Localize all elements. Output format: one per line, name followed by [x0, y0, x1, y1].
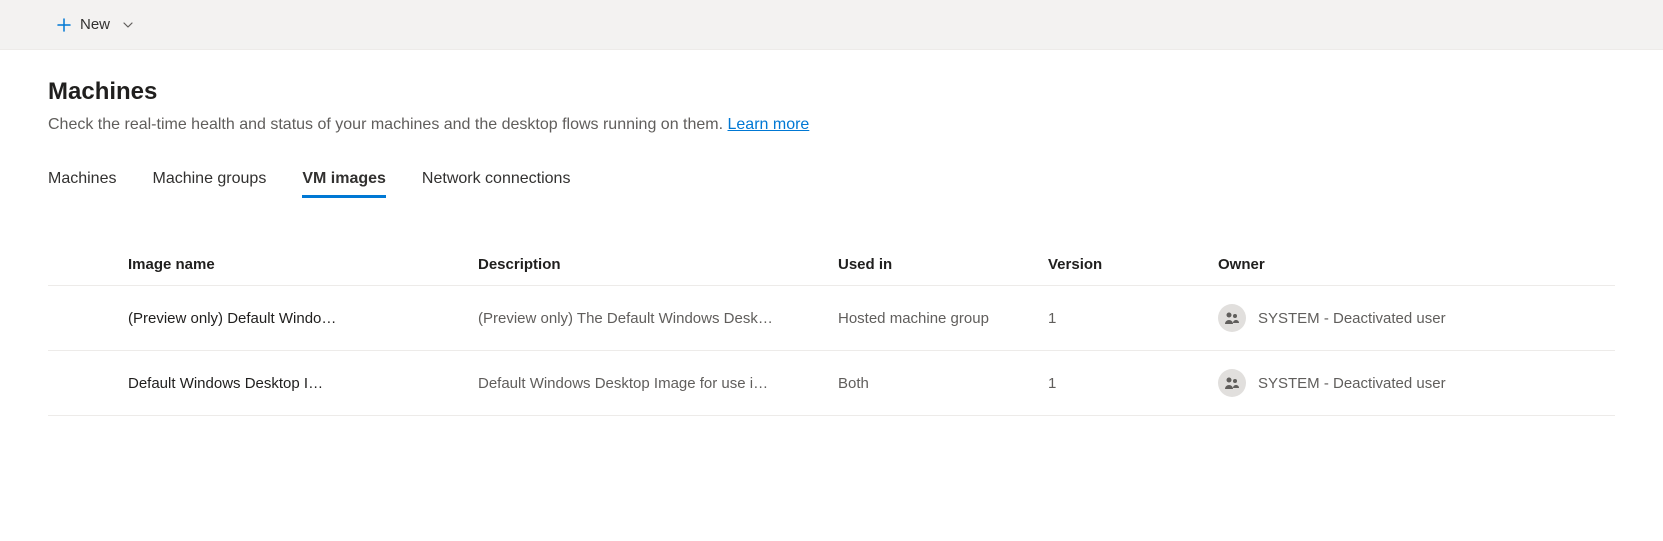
col-header-version[interactable]: Version	[1048, 256, 1218, 273]
col-header-owner[interactable]: Owner	[1218, 256, 1615, 273]
row-owner: SYSTEM - Deactivated user	[1218, 369, 1615, 397]
row-usedin: Hosted machine group	[838, 310, 1048, 327]
chevron-down-icon	[122, 19, 134, 31]
tab-vm-images[interactable]: VM images	[302, 162, 386, 196]
row-name[interactable]: Default Windows Desktop I…	[128, 375, 478, 392]
table-row[interactable]: (Preview only) Default Windo… (Preview o…	[48, 286, 1615, 351]
row-version: 1	[1048, 310, 1218, 327]
row-usedin: Both	[838, 375, 1048, 392]
tabs: Machines Machine groups VM images Networ…	[48, 162, 1615, 196]
row-owner-text: SYSTEM - Deactivated user	[1258, 310, 1446, 327]
row-owner: SYSTEM - Deactivated user	[1218, 304, 1615, 332]
new-button[interactable]: New	[48, 12, 142, 37]
col-header-usedin[interactable]: Used in	[838, 256, 1048, 273]
row-description: Default Windows Desktop Image for use i…	[478, 375, 838, 392]
table: Image name Description Used in Version O…	[48, 244, 1615, 416]
page-title: Machines	[48, 78, 1615, 106]
row-name[interactable]: (Preview only) Default Windo…	[128, 310, 478, 327]
user-icon	[1218, 304, 1246, 332]
tab-machines[interactable]: Machines	[48, 162, 116, 196]
toolbar: New	[0, 0, 1663, 50]
row-description: (Preview only) The Default Windows Desk…	[478, 310, 838, 327]
page-description-text: Check the real-time health and status of…	[48, 116, 728, 133]
page-description: Check the real-time health and status of…	[48, 116, 1615, 134]
content: Machines Check the real-time health and …	[0, 50, 1663, 444]
tab-machine-groups[interactable]: Machine groups	[152, 162, 266, 196]
table-header: Image name Description Used in Version O…	[48, 244, 1615, 286]
tab-network-connections[interactable]: Network connections	[422, 162, 571, 196]
row-version: 1	[1048, 375, 1218, 392]
plus-icon	[56, 17, 72, 33]
user-icon	[1218, 369, 1246, 397]
row-owner-text: SYSTEM - Deactivated user	[1258, 375, 1446, 392]
col-header-name[interactable]: Image name	[128, 256, 478, 273]
new-button-label: New	[80, 16, 110, 33]
col-header-description[interactable]: Description	[478, 256, 838, 273]
learn-more-link[interactable]: Learn more	[728, 116, 810, 133]
col-checkbox-header	[48, 256, 128, 273]
table-row[interactable]: Default Windows Desktop I… Default Windo…	[48, 351, 1615, 416]
